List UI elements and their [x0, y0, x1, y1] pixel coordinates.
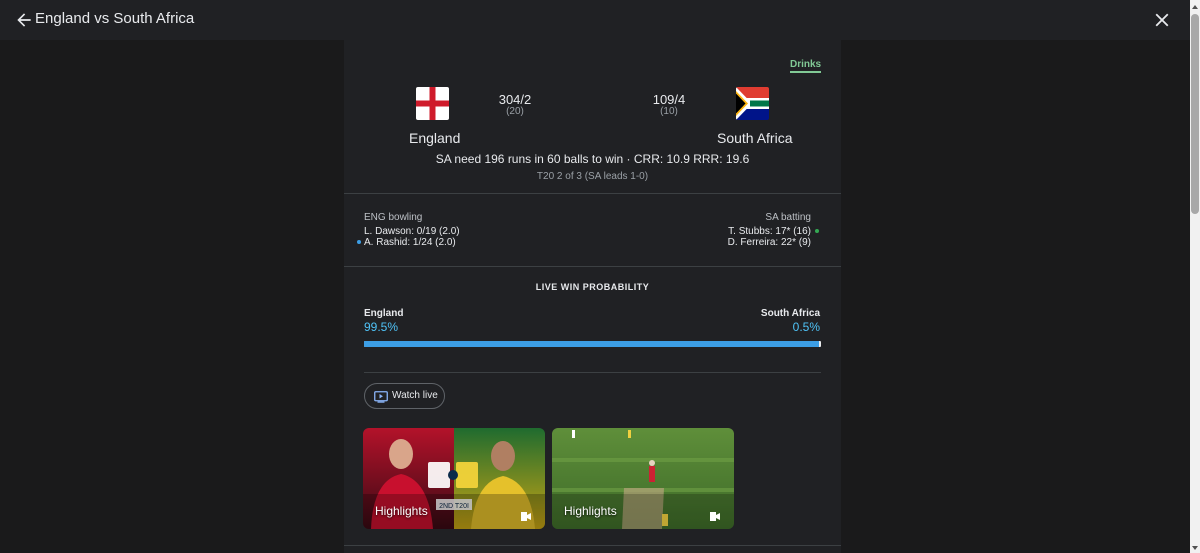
win-probability-away-pct: 0.5% [792, 320, 820, 334]
win-probability-title: LIVE WIN PROBABILITY [535, 282, 650, 292]
scrollbar-thumb[interactable] [1191, 14, 1199, 214]
home-score: 304/2 [498, 92, 532, 107]
away-overs: (10) [660, 106, 678, 117]
divider [344, 266, 841, 267]
win-probability-home-team: England [364, 308, 404, 319]
video-play-icon [710, 508, 720, 521]
divider [344, 193, 841, 194]
scroll-down-arrow-icon[interactable] [1190, 541, 1200, 553]
away-score: 109/4 [652, 92, 686, 107]
divider [344, 545, 841, 546]
match-status-tag[interactable]: Drinks [790, 59, 822, 73]
back-arrow-icon[interactable] [14, 10, 34, 30]
video-caption: Highlights [564, 504, 617, 518]
watch-live-label: Watch live [392, 390, 438, 401]
series-info: T20 2 of 3 (SA leads 1-0) [536, 171, 649, 182]
england-flag-icon [416, 87, 449, 120]
current-bowler-indicator [357, 240, 361, 244]
win-probability-home-pct: 99.5% [364, 320, 399, 334]
page-title: England vs South Africa [35, 10, 195, 27]
highlights-video-card[interactable]: Highlights [552, 428, 734, 529]
win-probability-bar-fill [364, 341, 819, 347]
watch-live-button[interactable]: Watch live [364, 383, 445, 409]
win-probability-away-team: South Africa [760, 308, 820, 319]
scrollbar[interactable] [1190, 0, 1200, 553]
live-tv-icon [374, 390, 388, 403]
away-team-name[interactable]: South Africa [717, 130, 793, 146]
match-status-text: SA need 196 runs in 60 balls to win · CR… [435, 152, 750, 166]
batter-row: D. Ferreira: 22* (9) [727, 237, 811, 248]
home-team-name[interactable]: England [409, 130, 460, 146]
bowler-row: A. Rashid: 1/24 (2.0) [364, 237, 456, 248]
highlights-video-card[interactable]: 2ND T20I Highlights [363, 428, 545, 529]
win-probability-bar [364, 341, 821, 347]
on-strike-indicator [815, 229, 819, 233]
bowling-heading: ENG bowling [364, 212, 423, 223]
video-play-icon [521, 508, 531, 521]
batting-heading: SA batting [765, 212, 811, 223]
south-africa-flag-icon [736, 87, 769, 120]
video-caption: Highlights [375, 504, 428, 518]
scroll-up-arrow-icon[interactable] [1190, 0, 1200, 12]
divider [364, 372, 821, 373]
home-overs: (20) [506, 106, 524, 117]
close-icon[interactable] [1151, 9, 1173, 31]
top-bar: England vs South Africa [0, 0, 1190, 40]
